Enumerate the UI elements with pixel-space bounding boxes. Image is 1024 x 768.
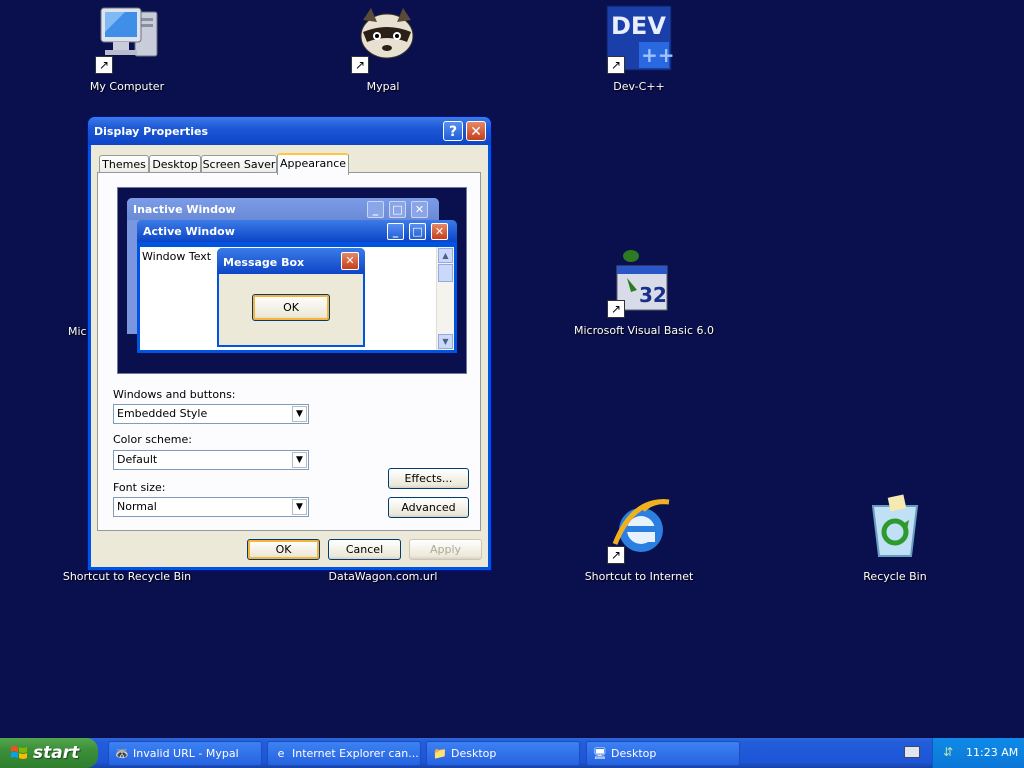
desktop-icon-dev-cpp[interactable]: DEV ++ ↗ Dev-C++ bbox=[574, 4, 704, 93]
ok-button[interactable]: OK bbox=[247, 539, 320, 560]
clock[interactable]: 11:23 AM bbox=[966, 746, 1018, 759]
cancel-button[interactable]: Cancel bbox=[328, 539, 401, 560]
recycle-bin-icon bbox=[859, 494, 931, 566]
help-icon: ? bbox=[448, 124, 458, 140]
effects-button[interactable]: Effects... bbox=[388, 468, 469, 489]
svg-text:++: ++ bbox=[641, 43, 675, 67]
keyboard-icon[interactable] bbox=[904, 746, 920, 758]
font-size-select[interactable]: Normal ▼ bbox=[113, 497, 309, 517]
appearance-panel: Inactive Window _ □ ✕ Active Window _ □ … bbox=[97, 172, 481, 531]
taskbar-item-mypal[interactable]: 🦝 Invalid URL - Mypal bbox=[108, 741, 262, 766]
svg-text:DEV: DEV bbox=[611, 12, 666, 40]
dev-cpp-icon: DEV ++ ↗ bbox=[603, 4, 675, 76]
desktop-icon-label: Recycle Bin bbox=[863, 570, 927, 583]
preview-scrollbar: ▲ ▼ bbox=[436, 247, 454, 350]
close-icon: ✕ bbox=[431, 223, 448, 240]
shortcut-arrow-icon: ↗ bbox=[607, 546, 625, 564]
visual-basic-icon: 32 ↗ bbox=[603, 248, 675, 320]
display-properties-dialog: Display Properties ? ✕ Themes Desktop Sc… bbox=[88, 117, 491, 570]
color-scheme-select[interactable]: Default ▼ bbox=[113, 450, 309, 470]
start-button[interactable]: start bbox=[0, 738, 98, 768]
taskbar-item-label: Internet Explorer can... bbox=[292, 747, 419, 760]
desktop-icon-label: DataWagon.com.url bbox=[328, 570, 438, 583]
preview-ok-button: OK bbox=[252, 294, 330, 321]
scroll-down-icon: ▼ bbox=[438, 334, 453, 349]
inactive-window-title: Inactive Window bbox=[133, 203, 236, 216]
window-text-sample: Window Text bbox=[142, 250, 212, 263]
close-icon: ✕ bbox=[470, 124, 482, 140]
font-size-label: Font size: bbox=[113, 481, 166, 494]
desktop-icon-label: Shortcut to Recycle Bin bbox=[62, 570, 192, 583]
desktop-icon-label: Dev-C++ bbox=[613, 80, 665, 93]
preview-message-box: Message Box ✕ OK bbox=[217, 248, 365, 347]
font-size-value: Normal bbox=[117, 500, 157, 513]
taskbar-item-internet-explorer[interactable]: e Internet Explorer can... bbox=[267, 741, 421, 766]
raccoon-icon: 🦝 bbox=[115, 747, 129, 760]
minimize-icon: _ bbox=[367, 201, 384, 218]
desktop-icon-mypal[interactable]: ↗ Mypal bbox=[318, 4, 448, 93]
maximize-icon: □ bbox=[409, 223, 426, 240]
taskbar: start 🦝 Invalid URL - Mypal e Internet E… bbox=[0, 738, 1024, 768]
taskbar-item-label: Invalid URL - Mypal bbox=[133, 747, 239, 760]
preview-active-window: Active Window _ □ ✕ Window Text ▲ ▼ Mess… bbox=[137, 220, 457, 353]
system-tray: ⇵ 11:23 AM bbox=[932, 738, 1024, 768]
advanced-button[interactable]: Advanced bbox=[388, 497, 469, 518]
raccoon-icon: ↗ bbox=[347, 4, 419, 76]
close-icon: ✕ bbox=[411, 201, 428, 218]
dialog-title-bar[interactable]: Display Properties ? ✕ bbox=[88, 117, 491, 145]
dialog-title: Display Properties bbox=[94, 125, 209, 138]
tab-themes[interactable]: Themes bbox=[99, 155, 149, 173]
apply-button[interactable]: Apply bbox=[409, 539, 482, 560]
desktop-icon-label: Mypal bbox=[366, 80, 400, 93]
maximize-icon: □ bbox=[389, 201, 406, 218]
shortcut-arrow-icon: ↗ bbox=[607, 300, 625, 318]
color-scheme-value: Default bbox=[117, 453, 158, 466]
tab-desktop[interactable]: Desktop bbox=[149, 155, 201, 173]
shortcut-arrow-icon: ↗ bbox=[95, 56, 113, 74]
folder-icon: 📁 bbox=[433, 747, 447, 760]
windows-buttons-select[interactable]: Embedded Style ▼ bbox=[113, 404, 309, 424]
start-label: start bbox=[33, 743, 80, 763]
internet-explorer-icon: ↗ bbox=[603, 494, 675, 566]
tab-appearance[interactable]: Appearance bbox=[277, 153, 349, 175]
active-window-title: Active Window bbox=[143, 225, 235, 238]
chevron-down-icon: ▼ bbox=[292, 452, 307, 468]
color-scheme-label: Color scheme: bbox=[113, 433, 192, 446]
network-icon[interactable]: ⇵ bbox=[943, 745, 957, 759]
minimize-icon: _ bbox=[387, 223, 404, 240]
desktop-icon-label: Microsoft Visual Basic 6.0 bbox=[574, 324, 715, 337]
desktop-icon-visual-basic[interactable]: 32 ↗ Microsoft Visual Basic 6.0 bbox=[574, 248, 715, 337]
windows-buttons-label: Windows and buttons: bbox=[113, 388, 236, 401]
appearance-preview: Inactive Window _ □ ✕ Active Window _ □ … bbox=[117, 187, 467, 374]
internet-explorer-icon: e bbox=[277, 747, 285, 760]
display-icon: 🖥 bbox=[593, 747, 607, 760]
desktop-icon-label: My Computer bbox=[89, 80, 165, 93]
scroll-up-icon: ▲ bbox=[438, 248, 453, 263]
taskbar-item-desktop-folder[interactable]: 📁 Desktop bbox=[426, 741, 580, 766]
windows-flag-icon bbox=[10, 745, 27, 761]
desktop-icon-label: Shortcut to Internet bbox=[584, 570, 694, 583]
taskbar-item-desktop-display[interactable]: 🖥 Desktop bbox=[586, 741, 740, 766]
computer-icon: ↗ bbox=[91, 4, 163, 76]
desktop-icon-recycle-bin[interactable]: Recycle Bin bbox=[830, 494, 960, 583]
tab-screen-saver[interactable]: Screen Saver bbox=[201, 155, 277, 173]
windows-buttons-value: Embedded Style bbox=[117, 407, 208, 420]
close-button[interactable]: ✕ bbox=[466, 121, 486, 141]
shortcut-arrow-icon: ↗ bbox=[607, 56, 625, 74]
message-box-title: Message Box bbox=[223, 256, 305, 269]
scroll-thumb bbox=[438, 264, 453, 282]
dialog-body: Themes Desktop Screen Saver Appearance I… bbox=[91, 145, 488, 567]
taskbar-item-label: Desktop bbox=[451, 747, 497, 760]
shortcut-arrow-icon: ↗ bbox=[351, 56, 369, 74]
desktop-icon-my-computer[interactable]: ↗ My Computer bbox=[62, 4, 192, 93]
help-button[interactable]: ? bbox=[443, 121, 463, 141]
chevron-down-icon: ▼ bbox=[292, 406, 307, 422]
svg-text:32: 32 bbox=[639, 283, 667, 307]
desktop-icon-shortcut-internet[interactable]: ↗ Shortcut to Internet bbox=[574, 494, 704, 583]
chevron-down-icon: ▼ bbox=[292, 499, 307, 515]
taskbar-item-label: Desktop bbox=[611, 747, 657, 760]
close-icon: ✕ bbox=[341, 252, 359, 270]
